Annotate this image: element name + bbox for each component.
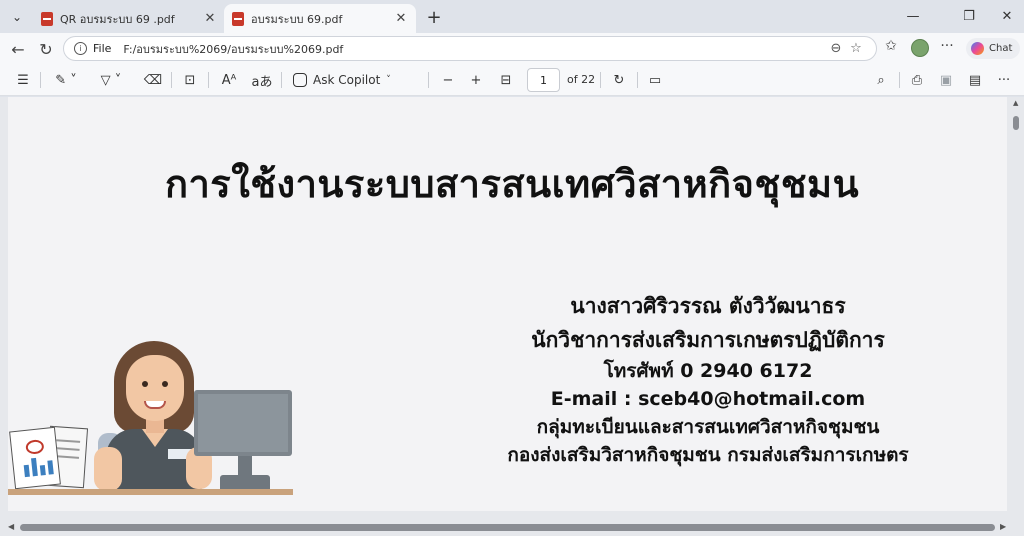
rotate-icon[interactable]: ↻ (608, 70, 630, 90)
eraser-icon[interactable]: ⌫ (142, 70, 164, 90)
pdf-file-icon (41, 11, 53, 26)
text-box-icon[interactable]: ⊡ (179, 70, 201, 90)
url-text[interactable]: F:/อบรมระบบ%2069/อบรมระบบ%2069.pdf (123, 40, 826, 58)
pdf-page[interactable]: การใช้งานระบบสารสนเทศวิสาหกิจชุชมน นางสา… (8, 97, 1007, 511)
pen-icon[interactable]: ✎ ˅ (48, 70, 84, 90)
desk-illustration (8, 489, 293, 495)
eye-illustration (142, 381, 148, 387)
highlighter-icon[interactable]: ▽ ˅ (93, 70, 129, 90)
neck-illustration (146, 419, 164, 433)
chat-label: Chat (989, 43, 1013, 54)
list-icon[interactable]: ☰ (12, 70, 34, 90)
restore-icon[interactable]: ❐ (954, 5, 984, 27)
toolbar-divider (637, 72, 638, 88)
tab-title: QR อบรมระบบ 69 .pdf (60, 12, 175, 26)
caret-right-icon[interactable]: ▶ (1000, 522, 1006, 531)
close-icon[interactable]: ✕ (394, 11, 408, 26)
presenter-phone: โทรศัพท์ 0 2940 6172 (603, 360, 813, 382)
translate-icon[interactable]: aあ (250, 70, 274, 90)
toolbar-divider (40, 72, 41, 88)
info-icon[interactable]: i (74, 42, 87, 55)
horizontal-scrollbar[interactable]: ◀ ▶ (0, 520, 1024, 534)
monitor-base (220, 475, 270, 489)
arrow-left-icon[interactable]: ← (6, 37, 30, 61)
plus-icon[interactable]: + (466, 70, 486, 90)
close-icon[interactable]: ✕ (203, 11, 217, 26)
chevron-down-icon[interactable]: ⌄ (6, 6, 28, 28)
face-illustration (126, 355, 184, 421)
presenter-department: กองส่งเสริมวิสาหกิจชุมชน กรมส่งเสริมการเ… (507, 444, 909, 466)
toolbar-divider (171, 72, 172, 88)
tab-qr-pdf[interactable]: QR อบรมระบบ 69 .pdf ✕ (33, 4, 225, 33)
pdf-file-icon (232, 11, 244, 26)
more-icon[interactable]: ··· (936, 38, 958, 54)
ask-copilot-label: Ask Copilot (313, 73, 381, 87)
toolbar-divider (208, 72, 209, 88)
toolbar-divider (428, 72, 429, 88)
fit-page-icon[interactable]: ⊟ (495, 70, 517, 90)
document-illustration (9, 426, 61, 490)
caret-left-icon[interactable]: ◀ (8, 522, 14, 531)
vertical-scrollbar[interactable]: ▲ (1011, 97, 1021, 511)
presenter-email: E-mail : sceb40@hotmail.com (550, 388, 866, 410)
tab-title: อบรมระบบ 69.pdf (251, 12, 343, 26)
page-total: of 22 (567, 73, 596, 86)
chat-button[interactable]: Chat (966, 38, 1020, 59)
slide-title: การใช้งานระบบสารสนเทศวิสาหกิจชุชมน (164, 162, 860, 206)
plus-icon[interactable]: + (423, 6, 445, 28)
address-row: ← ↻ i File F:/อบรมระบบ%2069/อบรมระบบ%206… (0, 33, 1024, 64)
caret-up-icon[interactable]: ▲ (1013, 99, 1018, 107)
favorites-icon[interactable]: ✩ (880, 38, 902, 54)
zoom-icon[interactable]: ⊖ (826, 41, 846, 56)
address-bar[interactable]: i File F:/อบรมระบบ%2069/อบรมระบบ%2069.pd… (63, 36, 877, 61)
url-scheme: File (93, 42, 112, 55)
page-view-icon[interactable]: ▭ (644, 70, 666, 90)
scrollbar-thumb[interactable] (1013, 116, 1019, 130)
scrollbar-thumb[interactable] (20, 524, 995, 531)
save-icon[interactable]: ▣ (935, 70, 957, 90)
arm-illustration (94, 447, 122, 491)
tab-training-pdf[interactable]: อบรมระบบ 69.pdf ✕ (224, 4, 416, 33)
minus-icon[interactable]: − (438, 70, 458, 90)
star-icon[interactable]: ☆ (846, 41, 866, 56)
toolbar-divider (899, 72, 900, 88)
copilot-icon (971, 42, 984, 55)
search-icon[interactable]: ⌕ (870, 70, 892, 90)
avatar[interactable] (911, 39, 929, 57)
minimize-icon[interactable]: — (898, 5, 928, 27)
tab-strip: ⌄ QR อบรมระบบ 69 .pdf ✕ อบรมระบบ 69.pdf … (0, 0, 1024, 33)
presenter-name: นางสาวศิริวรรณ ตังวิวัฒนาธร (570, 294, 846, 318)
read-aloud-icon[interactable]: Aᴬ (216, 70, 242, 90)
eye-illustration (162, 381, 168, 387)
monitor-illustration (194, 390, 292, 456)
refresh-icon[interactable]: ↻ (34, 37, 58, 61)
copilot-icon (293, 73, 307, 87)
save-as-icon[interactable]: ▤ (964, 70, 986, 90)
toolbar-divider (600, 72, 601, 88)
presenter-info: นางสาวศิริวรรณ ตังวิวัฒนาธร นักวิชาการส่… (448, 289, 968, 469)
ask-copilot-button[interactable]: Ask Copilot ˅ (293, 70, 391, 90)
page-number-input[interactable]: 1 (527, 68, 560, 92)
pdf-toolbar: ☰ ✎ ˅ ▽ ˅ ⌫ ⊡ Aᴬ aあ Ask Copilot ˅ − + ⊟ … (0, 64, 1024, 96)
pdf-viewer[interactable]: การใช้งานระบบสารสนเทศวิสาหกิจชุชมน นางสา… (0, 97, 1024, 536)
presenter-illustration (8, 337, 308, 511)
print-icon[interactable]: ⎙ (906, 70, 928, 90)
presenter-group: กลุ่มทะเบียนและสารสนเทศวิสาหกิจชุมชน (536, 416, 880, 438)
chevron-down-icon: ˅ (386, 75, 391, 85)
more-icon[interactable]: ··· (993, 70, 1015, 90)
toolbar-divider (281, 72, 282, 88)
presenter-position: นักวิชาการส่งเสริมการเกษตรปฏิบัติการ (531, 328, 885, 352)
close-icon[interactable]: ✕ (992, 5, 1022, 27)
